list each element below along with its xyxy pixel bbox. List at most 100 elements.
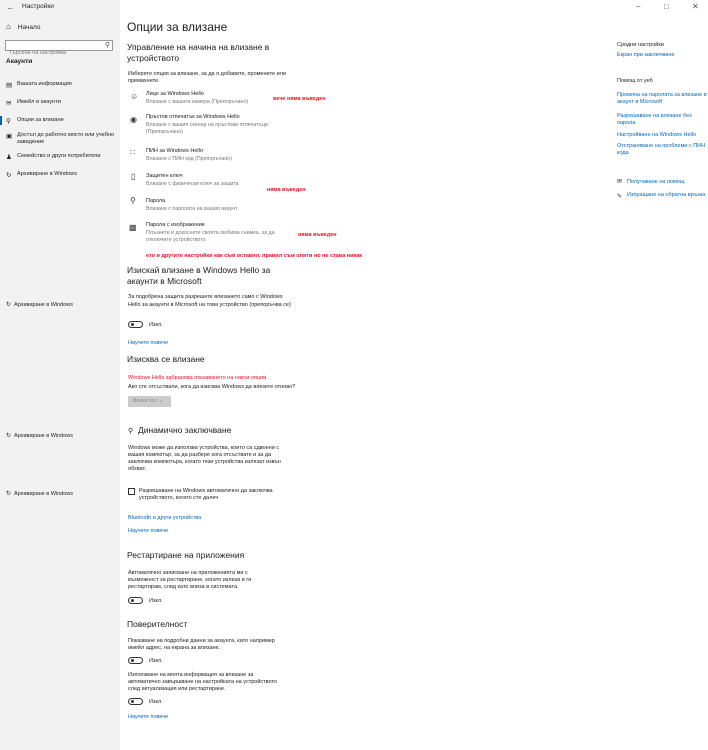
chevron-down-icon: ⌄	[158, 398, 164, 404]
sidebar-item-label: Достъп до работно място или учебно завед…	[17, 132, 115, 145]
user-note: няма въведен	[298, 232, 337, 238]
option-title: Лице за Windows Hello	[146, 91, 204, 97]
back-arrow-icon[interactable]: ←	[6, 2, 15, 12]
search-box[interactable]: ⚲	[5, 40, 113, 58]
key-icon: ⚲	[6, 118, 11, 125]
lock-screen-link[interactable]: Екран при заключване	[617, 52, 675, 58]
help-link-pin-troubleshoot[interactable]: Отстраняване на проблеми с ПИН кода	[617, 143, 707, 157]
briefcase-icon: ▣	[6, 133, 13, 140]
dynamic-lock-checkbox-label: Разрешаване на Windows автоматично да за…	[139, 488, 273, 501]
help-heading: Помощ от уеб	[617, 78, 653, 84]
feedback-link[interactable]: Изпращане на обратна връзка	[627, 192, 707, 199]
help-link-passwordless[interactable]: Разрешаване на влизане без парола	[617, 113, 707, 127]
learn-more-link[interactable]: Научете повече	[128, 528, 168, 534]
usb-key-icon: ▯	[131, 172, 136, 181]
option-desc: Влизане с вашата камера (Препоръчано)	[146, 99, 249, 105]
feedback-icon: ✎	[617, 194, 623, 200]
dynamic-lock-heading: Динамично заключване	[138, 425, 232, 435]
sidebar-home[interactable]: ⌂ Начало	[6, 22, 40, 31]
pin-keypad-icon: ∷	[130, 148, 136, 157]
option-desc: Влизане с паролата на вашия акаунт	[146, 206, 238, 212]
maximize-button[interactable]: □	[664, 2, 669, 11]
privacy-heading: Поверителност	[127, 619, 188, 629]
away-question: Ако сте отсъствали, кога да изисква Wind…	[128, 384, 296, 390]
fingerprint-icon: ◉	[130, 115, 137, 124]
home-label: Начало	[17, 24, 41, 31]
sidebar-item-label: Архивиране в Windows	[14, 491, 74, 497]
sidebar-item-label: Опции за влизане	[17, 117, 64, 123]
option-title: Парола	[146, 198, 166, 204]
search-input[interactable]	[6, 48, 99, 58]
learn-more-link[interactable]: Научете повече	[128, 340, 168, 346]
sync-icon: ↻	[6, 172, 12, 179]
person-card-icon: ▤	[6, 82, 13, 89]
require-heading: Изисква се влизане	[127, 354, 205, 364]
sidebar-item-label: Имейл и акаунти	[17, 99, 61, 105]
user-note: вече няма въведен	[273, 96, 326, 102]
sidebar-item-label: Вашата информация	[17, 81, 72, 87]
sync-icon: ↻	[6, 491, 12, 497]
restart-apps-heading: Рестартиране на приложения	[127, 550, 245, 560]
people-icon: ♟	[6, 154, 12, 161]
restart-apps-desc: Автоматично записване на приложенията ми…	[128, 570, 252, 590]
privacy-desc-account: Показване на подробни данни за акаунта, …	[128, 638, 275, 651]
option-title: ПИН за Windows Hello	[146, 148, 203, 154]
bluetooth-link[interactable]: Bluetooth и други устройства	[128, 515, 201, 521]
option-desc: Влизане с вашия скенер на пръстови отпеч…	[146, 122, 268, 135]
dropdown-value: Всеки път	[133, 398, 158, 404]
restart-apps-toggle[interactable]	[128, 597, 143, 604]
option-title: Парола с изображение	[146, 222, 205, 228]
title-bar: ← Настройки – □ ✕	[0, 0, 708, 14]
manage-heading: Управление на начина на влизане в устрой…	[127, 42, 270, 63]
sidebar	[0, 0, 120, 750]
minimize-button[interactable]: –	[636, 2, 640, 11]
password-key-icon: ⚲	[130, 196, 136, 205]
sidebar-item-label: Семейство и други потребители	[17, 153, 101, 159]
help-link-setup-hello[interactable]: Настройване на Windows Hello	[617, 132, 707, 139]
search-icon[interactable]: ⚲	[105, 41, 110, 49]
window-title: Настройки	[22, 3, 54, 10]
get-help-link[interactable]: Получаване на помощ	[627, 179, 684, 185]
sync-icon: ↻	[6, 433, 12, 439]
option-title: Защитен ключ	[146, 173, 183, 179]
sidebar-item-label: Архивиране в Windows	[17, 171, 77, 177]
toggle-state: Изкл.	[149, 598, 163, 604]
sidebar-item-backup-repeat[interactable]: ↻ Архивиране в Windows	[6, 301, 73, 308]
page-title: Опции за влизане	[127, 20, 228, 34]
sync-icon: ↻	[6, 302, 12, 308]
related-settings-heading: Сродни настройки	[617, 42, 664, 48]
user-note: няма въведен	[267, 187, 306, 193]
user-comment: ето и другите настройки как съм оставил,…	[146, 253, 363, 259]
choose-text: Изберете опция за влизане, за да я добав…	[128, 71, 286, 84]
hello-desc: За подобрена защита разрешете влизането …	[128, 294, 291, 308]
sidebar-item-label: Архивиране в Windows	[14, 302, 74, 308]
sidebar-item-backup-repeat[interactable]: ↻ Архивиране в Windows	[6, 490, 73, 497]
option-title: Пръстов отпечатък за Windows Hello	[146, 114, 240, 120]
require-dropdown[interactable]: Всеки път ⌄	[128, 396, 171, 407]
close-button[interactable]: ✕	[692, 2, 699, 11]
option-desc: Влизане с ПИН код (Препоръчано)	[146, 156, 232, 162]
sidebar-item-label: Архивиране в Windows	[14, 433, 74, 439]
privacy-desc-autofinish: Използване на моята информация за влизан…	[128, 672, 277, 692]
sidebar-section-title: Акаунти	[6, 58, 33, 65]
toggle-state: Изкл.	[149, 699, 163, 705]
hello-blocked-text: Windows Hello забранява показването на н…	[128, 375, 268, 381]
toggle-state: Изкл.	[149, 658, 163, 664]
mail-icon: ✉	[6, 100, 12, 107]
home-icon: ⌂	[6, 22, 11, 31]
sidebar-item-backup-repeat[interactable]: ↻ Архивиране в Windows	[6, 432, 73, 439]
help-chat-icon: ✉	[617, 179, 623, 185]
privacy-account-toggle[interactable]	[128, 657, 143, 664]
privacy-autofinish-toggle[interactable]	[128, 698, 143, 705]
option-desc: Плъзнете и докоснете своята любима снимк…	[146, 230, 275, 243]
dynamic-lock-checkbox[interactable]	[128, 488, 135, 495]
option-desc: Влизане с физически ключ за защита	[146, 181, 239, 187]
face-icon: ☺	[130, 92, 139, 101]
picture-icon: ▩	[129, 223, 137, 232]
dynamic-lock-desc: Windows може да използва устройства, кои…	[128, 445, 281, 472]
lock-icon: ⚲	[128, 428, 134, 435]
learn-more-link[interactable]: Научете повече	[128, 714, 168, 720]
toggle-state: Изкл.	[149, 322, 163, 328]
hello-toggle[interactable]	[128, 321, 143, 328]
help-link-change-password[interactable]: Промяна на паролата за влизане в акаунт …	[617, 92, 707, 106]
